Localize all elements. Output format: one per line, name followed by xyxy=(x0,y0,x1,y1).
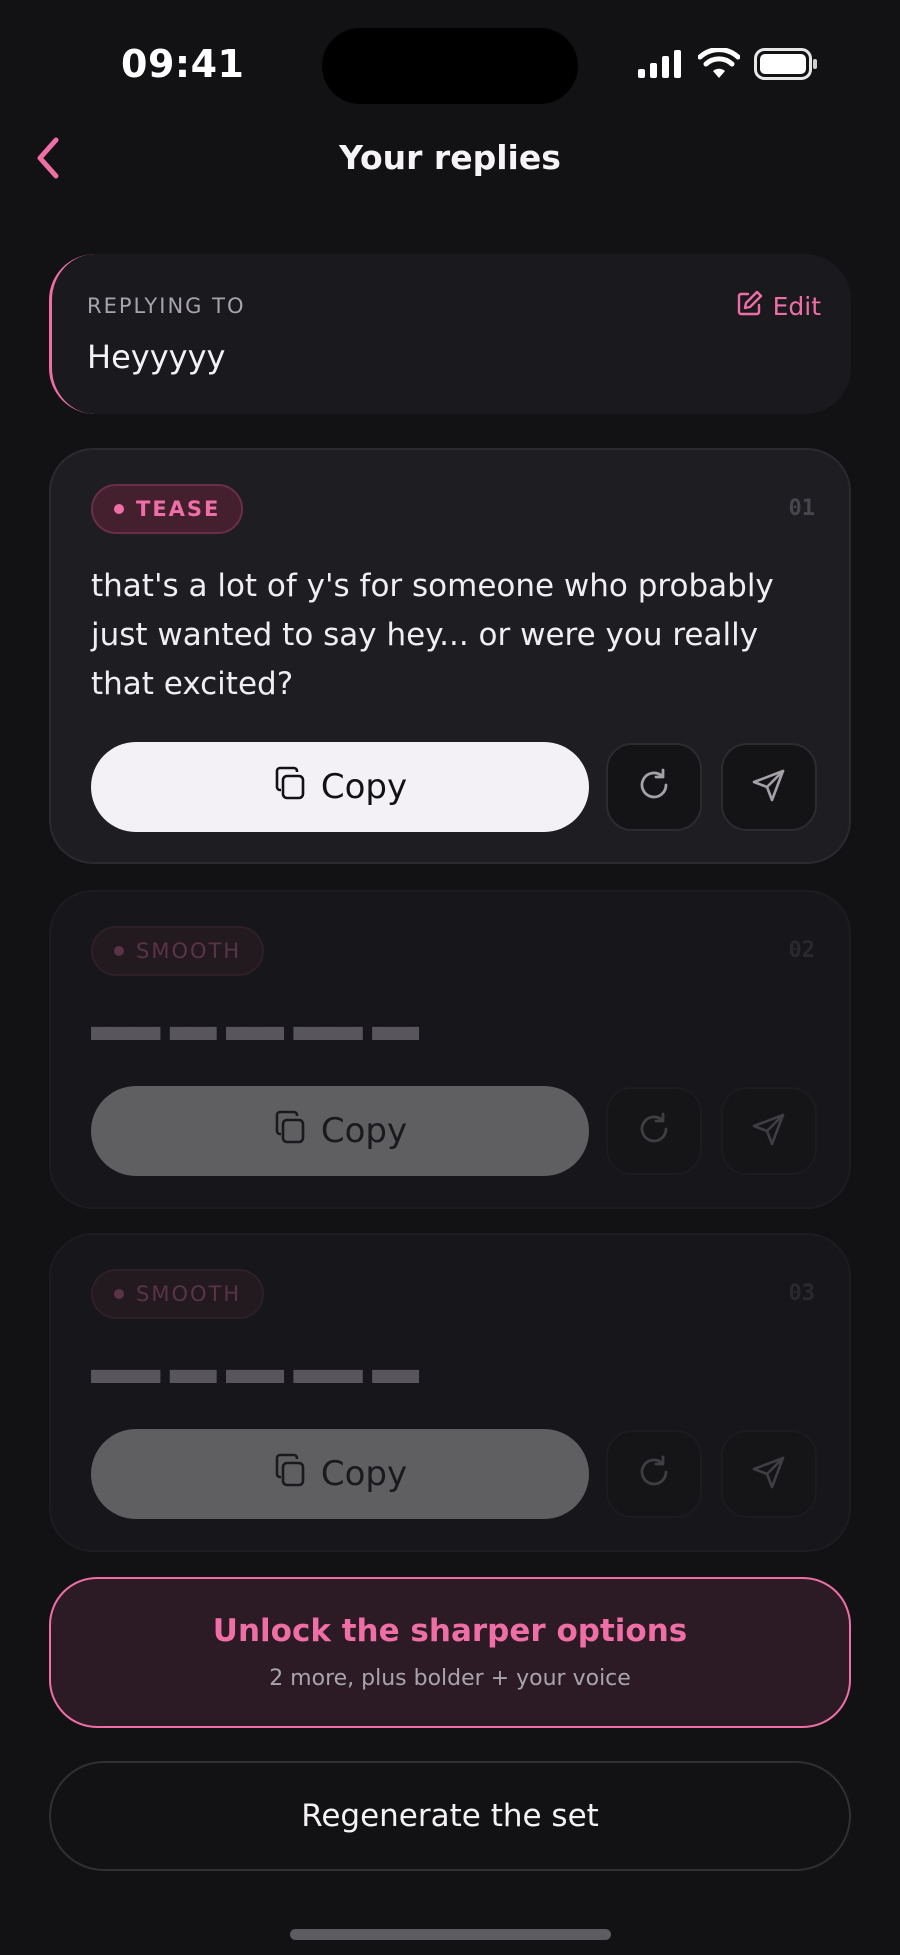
copy-button[interactable]: Copy xyxy=(91,1086,589,1176)
copy-label: Copy xyxy=(320,1454,408,1494)
tag-dot-icon xyxy=(114,946,124,956)
status-icons xyxy=(636,46,818,86)
copy-icon xyxy=(273,766,307,809)
send-reply-button[interactable] xyxy=(721,1087,817,1175)
copy-button[interactable]: Copy xyxy=(91,742,589,832)
copy-label: Copy xyxy=(320,767,408,807)
copy-label: Copy xyxy=(320,1111,408,1151)
refresh-icon xyxy=(636,767,672,807)
regenerate-reply-button[interactable] xyxy=(606,1087,702,1175)
tag-dot-icon xyxy=(114,1289,124,1299)
masked-reply-text: ■■■■■■ ■■■■ ■■■■■ ■■■■■■ ■■■■ xyxy=(91,1020,419,1045)
locked-reply-card: SMOOTH 02 ■■■■■■ ■■■■ ■■■■■ ■■■■■■ ■■■■ … xyxy=(49,890,851,1209)
home-indicator xyxy=(290,1929,611,1940)
status-time: 09:41 xyxy=(121,42,245,86)
send-reply-button[interactable] xyxy=(721,743,817,831)
send-icon xyxy=(751,1454,787,1494)
locked-reply-card: SMOOTH 03 ■■■■■■ ■■■■ ■■■■■ ■■■■■■ ■■■■ … xyxy=(49,1233,851,1552)
regenerate-reply-button[interactable] xyxy=(606,743,702,831)
send-icon xyxy=(751,1111,787,1151)
reply-number: 03 xyxy=(788,1281,816,1306)
reply-tag-label: TEASE xyxy=(136,497,221,521)
dynamic-island xyxy=(322,28,578,104)
tag-dot-icon xyxy=(114,504,124,514)
send-reply-button[interactable] xyxy=(721,1430,817,1518)
edit-icon xyxy=(737,290,763,322)
reply-tag: SMOOTH xyxy=(91,926,265,976)
unlock-options-button[interactable]: Unlock the sharper options 2 more, plus … xyxy=(49,1577,851,1728)
edit-button[interactable]: Edit xyxy=(737,290,821,322)
reply-number: 01 xyxy=(788,496,816,521)
refresh-icon xyxy=(636,1454,672,1494)
reply-card: TEASE 01 that's a lot of y's for someone… xyxy=(49,448,851,864)
masked-reply-text: ■■■■■■ ■■■■ ■■■■■ ■■■■■■ ■■■■ xyxy=(91,1363,419,1388)
edit-label: Edit xyxy=(772,291,821,321)
page-title: Your replies xyxy=(339,138,561,177)
regenerate-reply-button[interactable] xyxy=(606,1430,702,1518)
regenerate-set-button[interactable]: Regenerate the set xyxy=(49,1761,851,1871)
cellular-signal-icon xyxy=(636,49,684,83)
unlock-title: Unlock the sharper options xyxy=(212,1613,688,1649)
reply-number: 02 xyxy=(788,938,816,963)
copy-icon xyxy=(273,1453,307,1496)
status-bar: 09:41 xyxy=(0,0,900,130)
unlock-subtitle: 2 more, plus bolder + your voice xyxy=(269,1666,631,1691)
reply-tag-label: SMOOTH xyxy=(136,1282,242,1306)
copy-button[interactable]: Copy xyxy=(91,1429,589,1519)
reply-tag: TEASE xyxy=(91,484,244,534)
replying-to-label: REPLYING TO xyxy=(87,294,246,318)
reply-text: that's a lot of y's for someone who prob… xyxy=(91,568,774,702)
battery-icon xyxy=(754,48,818,84)
wifi-icon xyxy=(697,47,741,84)
reply-tag: SMOOTH xyxy=(91,1269,265,1319)
reply-tag-label: SMOOTH xyxy=(136,939,242,963)
replying-to-card: REPLYING TO Heyyyyy Edit xyxy=(49,254,851,414)
replying-to-message: Heyyyyy xyxy=(87,338,226,376)
copy-icon xyxy=(273,1110,307,1153)
refresh-icon xyxy=(636,1111,672,1151)
send-icon xyxy=(751,767,787,807)
